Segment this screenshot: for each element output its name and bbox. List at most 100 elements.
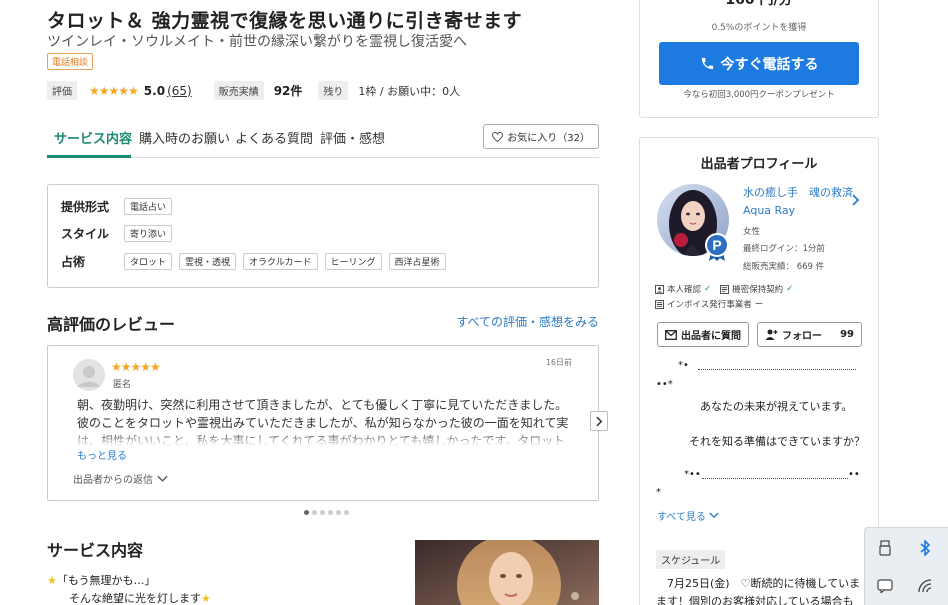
service-line2-text: そんな絶望に光を灯します (69, 592, 201, 605)
schedule-tag: スケジュール (656, 550, 726, 569)
schedule-line1: 7月25日(金) ♡断続的に待機していま (667, 577, 861, 590)
ask-seller-label: 出品者に質問 (681, 331, 741, 342)
chevron-down-icon (709, 512, 719, 519)
pagination-dot[interactable] (312, 510, 317, 515)
star-icon: ★ (201, 592, 211, 605)
sparkle-top: *• (678, 360, 689, 371)
schedule-line2: ます！個別のお客様対応している場合も (656, 595, 854, 605)
divination-chip: 西洋占星術 (388, 253, 446, 270)
intro-line2: それを知る準備はできていますか？ (689, 435, 865, 448)
divination-chip: 霊視・透視 (179, 253, 237, 270)
sales-value: 92件 (273, 84, 303, 98)
format-chip: 電話占い (124, 198, 173, 215)
style-row: スタイル 寄り添い (61, 225, 179, 242)
service-intro-line2: そんな絶望に光を灯します★ (69, 590, 211, 605)
active-tab-indicator (47, 155, 131, 158)
divination-row: 占術 タロット 霊視・透視 オラクルカード ヒーリング 西洋占星術 (61, 253, 453, 270)
profile-more-link[interactable]: すべて見る (657, 508, 719, 523)
chevron-right-icon[interactable] (852, 194, 860, 209)
service-line1-text: 「もう無理かも…」 (56, 574, 156, 587)
profile-more-label: すべて見る (657, 512, 706, 523)
pagination-dot[interactable] (344, 510, 349, 515)
ask-seller-button[interactable]: 出品者に質問 (657, 322, 749, 347)
add-user-icon (765, 329, 778, 340)
usb-icon[interactable] (875, 538, 895, 558)
seller-gender: 女性 (743, 227, 761, 237)
divination-chip: ヒーリング (324, 253, 382, 270)
price: 160 円/分 (725, 0, 793, 8)
meta-row: 評価 ★★★★★ 5.0 (65) 販売実績 92件 残り 1枠 / お願い中：… (47, 81, 460, 100)
review-next-button[interactable] (590, 411, 608, 431)
heart-icon (492, 131, 504, 142)
tab-reviews[interactable]: 評価・感想 (320, 128, 385, 147)
wifi-icon[interactable] (915, 576, 935, 596)
document-icon (720, 284, 730, 294)
invoice-icon (655, 299, 664, 309)
favorite-button[interactable]: お気に入り（32） (483, 124, 599, 149)
pagination-dot[interactable] (328, 510, 333, 515)
star-icon: ★ (47, 574, 57, 587)
message-icon[interactable] (875, 576, 895, 596)
call-now-button[interactable]: 今すぐ電話する (659, 42, 859, 85)
follow-button[interactable]: フォロー 99 (757, 322, 862, 347)
see-all-reviews-link[interactable]: すべての評価・感想をみる (456, 313, 599, 330)
follow-label: フォロー (782, 331, 822, 342)
invoice-label: インボイス発行事業者 (667, 300, 752, 310)
invoice-row: インボイス発行事業者 ー (655, 298, 763, 310)
sparkle-end: •• (848, 469, 860, 480)
page-subtitle: ツインレイ・ソウルメイト・前世の縁深い繋がりを霊視し復活愛へ (47, 34, 467, 50)
chevron-right-icon (595, 416, 602, 426)
service-heading: サービス内容 (47, 541, 144, 560)
call-now-label: 今すぐ電話する (720, 56, 819, 73)
remaining-value: 1枠 / お願い中：0人 (358, 84, 461, 98)
rating-tag: 評価 (47, 81, 77, 100)
review-stars-icon: ★★★★★ (111, 360, 161, 374)
divination-chip: タロット (124, 253, 173, 270)
bluetooth-icon[interactable] (915, 538, 935, 558)
tab-bar: サービス内容 購入時のお願い よくある質問 評価・感想 お気に入り（32） (47, 118, 599, 158)
seller-total-sales: 総販売実績： 669 件 (743, 262, 825, 272)
divination-label: 占術 (61, 255, 86, 269)
rating-stars-icon: ★★★★★ (89, 83, 139, 98)
review-more-link[interactable]: もっと見る (77, 447, 127, 462)
follow-count: 99 (840, 329, 854, 340)
tab-purchase[interactable]: 購入時のお願い (139, 128, 230, 147)
remaining-tag: 残り (318, 81, 349, 100)
intro-line1: あなたの未来が視えています。 (700, 400, 853, 413)
purchase-box: 160 円/分 0.5%のポイントを獲得 今すぐ電話する 今なら初回3,000円… (639, 0, 879, 118)
sparkle-mid: ••* (656, 379, 673, 390)
invoice-status: ー (754, 300, 764, 310)
pagination-dot[interactable] (320, 510, 325, 515)
review-fade (77, 432, 571, 446)
id-card-icon (655, 284, 664, 294)
tab-service[interactable]: サービス内容 (54, 128, 132, 147)
system-tray-popup (864, 527, 948, 605)
review-pagination (304, 510, 349, 515)
profile-title: 出品者プロフィール (700, 157, 818, 172)
reviewer-avatar (73, 359, 105, 391)
rating-value: 5.0 (143, 83, 166, 98)
pagination-dot[interactable] (304, 510, 309, 515)
category-badge: 電話相談 (47, 53, 94, 70)
phone-icon (701, 57, 713, 70)
seller-name-link[interactable]: 水の癒し手 魂の救済 Aqua Ray (743, 184, 864, 220)
review-card: ★★★★★ 匿名 16日前 朝、夜勤明け、突然に利用させて頂きましたが、とても優… (47, 345, 599, 501)
divination-chip: オラクルカード (243, 253, 318, 270)
format-row: 提供形式 電話占い (61, 198, 179, 215)
pagination-dot[interactable] (336, 510, 341, 515)
sparkle-star: * (656, 487, 661, 498)
seller-reply-label: 出品者からの返信 (73, 475, 153, 486)
verify-identity-label: 本人確認 (667, 285, 702, 295)
rating-count-link[interactable]: (65) (167, 84, 192, 98)
tab-faq[interactable]: よくある質問 (235, 128, 313, 147)
seller-profile: 出品者プロフィール P 水の癒し手 魂の救済 Aqua Ray 女性 最終ログイ… (639, 137, 879, 605)
chevron-down-icon (157, 475, 168, 482)
user-icon (73, 359, 105, 391)
svg-text:P: P (712, 237, 721, 253)
service-details: 提供形式 電話占い スタイル 寄り添い 占術 タロット 霊視・透視 オラクルカー… (47, 184, 599, 288)
page-title: タロット＆ 強力霊視で復縁を思い通りに引き寄せます (47, 10, 523, 32)
seller-reply-toggle[interactable]: 出品者からの返信 (73, 471, 168, 486)
check-icon: ✓ (786, 284, 794, 294)
style-chip: 寄り添い (124, 225, 173, 242)
dotted-divider (702, 478, 848, 479)
